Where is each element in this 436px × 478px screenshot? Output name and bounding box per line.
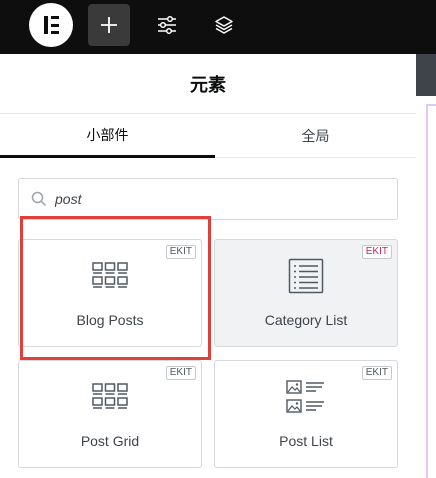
panel-title: 元素 <box>190 74 226 95</box>
ekit-badge: EKIT <box>361 245 392 259</box>
editor-topbar <box>0 0 436 54</box>
site-settings-button[interactable] <box>146 4 188 46</box>
tab-global[interactable]: 全局 <box>215 114 416 158</box>
list-icon <box>288 258 324 294</box>
section-outline-top <box>426 104 436 106</box>
tab-widgets[interactable]: 小部件 <box>0 114 215 158</box>
sliders-icon <box>158 15 176 35</box>
widget-search <box>18 178 398 220</box>
widget-label: Post Grid <box>80 433 140 449</box>
panel-header: 元素 <box>0 54 416 114</box>
widget-post-grid[interactable]: EKIT Post Grid <box>18 360 202 468</box>
layers-icon <box>215 16 233 34</box>
panel-tabs: 小部件 全局 <box>0 114 416 158</box>
widget-post-list[interactable]: EKIT Post List <box>214 360 398 468</box>
plus-icon <box>101 17 117 33</box>
search-input[interactable] <box>55 179 385 219</box>
image-list-icon <box>286 380 324 413</box>
widget-category-list[interactable]: EKIT Category List <box>214 239 398 347</box>
widget-label: Category List <box>264 312 348 328</box>
section-outline <box>426 104 428 478</box>
elementor-logo-icon[interactable] <box>29 3 73 47</box>
selection-highlight <box>20 216 211 360</box>
search-icon <box>31 191 47 207</box>
ekit-badge: EKIT <box>361 366 392 380</box>
widget-label: Post List <box>279 433 333 449</box>
add-element-button[interactable] <box>88 4 130 46</box>
grid-posts-icon <box>92 383 128 409</box>
structure-button[interactable] <box>203 4 245 46</box>
preview-canvas <box>416 54 436 478</box>
ekit-badge: EKIT <box>165 366 196 380</box>
canvas-header <box>416 54 436 96</box>
